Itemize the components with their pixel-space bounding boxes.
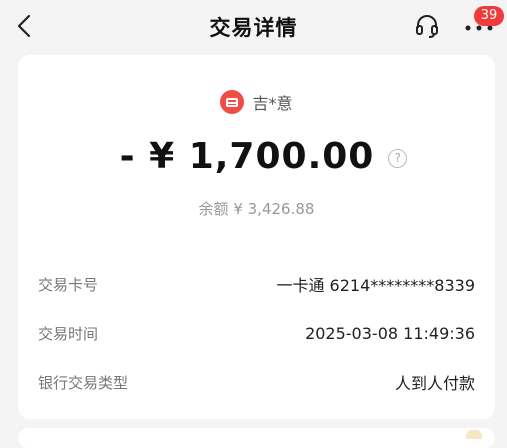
headset-icon[interactable] [414,13,440,39]
detail-label: 交易时间 [38,324,99,343]
detail-label: 银行交易类型 [38,373,129,392]
detail-value: 人到人付款 [394,374,475,393]
detail-row-type: 银行交易类型 人到人付款 [38,370,475,394]
detail-label: 交易卡号 [38,275,99,294]
balance-text: 余额 ¥ 3,426.88 [198,200,315,218]
decoration-icon [466,430,482,439]
merchant-row: 吉*意 [18,89,495,115]
transaction-amount: - ¥ 1,700.00 [119,135,375,177]
nav-bar: 交易详情 39 [0,0,507,52]
next-card [18,428,495,448]
help-icon[interactable]: ? [388,148,408,168]
bank-card-icon [220,90,245,114]
merchant-name: 吉*意 [252,94,293,113]
amount-row: - ¥ 1,700.00 ? [18,133,495,179]
transaction-card: 吉*意 - ¥ 1,700.00 ? 余额 ¥ 3,426.88 交易卡号 一卡… [18,55,495,419]
detail-row-time: 交易时间 2025-03-08 11:49:36 [38,321,475,345]
detail-value: 2025-03-08 11:49:36 [305,323,475,343]
detail-row-card-number: 交易卡号 一卡通 6214********8339 [38,272,475,296]
notification-badge: 39 [474,6,504,26]
detail-value: 一卡通 6214********8339 [276,276,475,295]
